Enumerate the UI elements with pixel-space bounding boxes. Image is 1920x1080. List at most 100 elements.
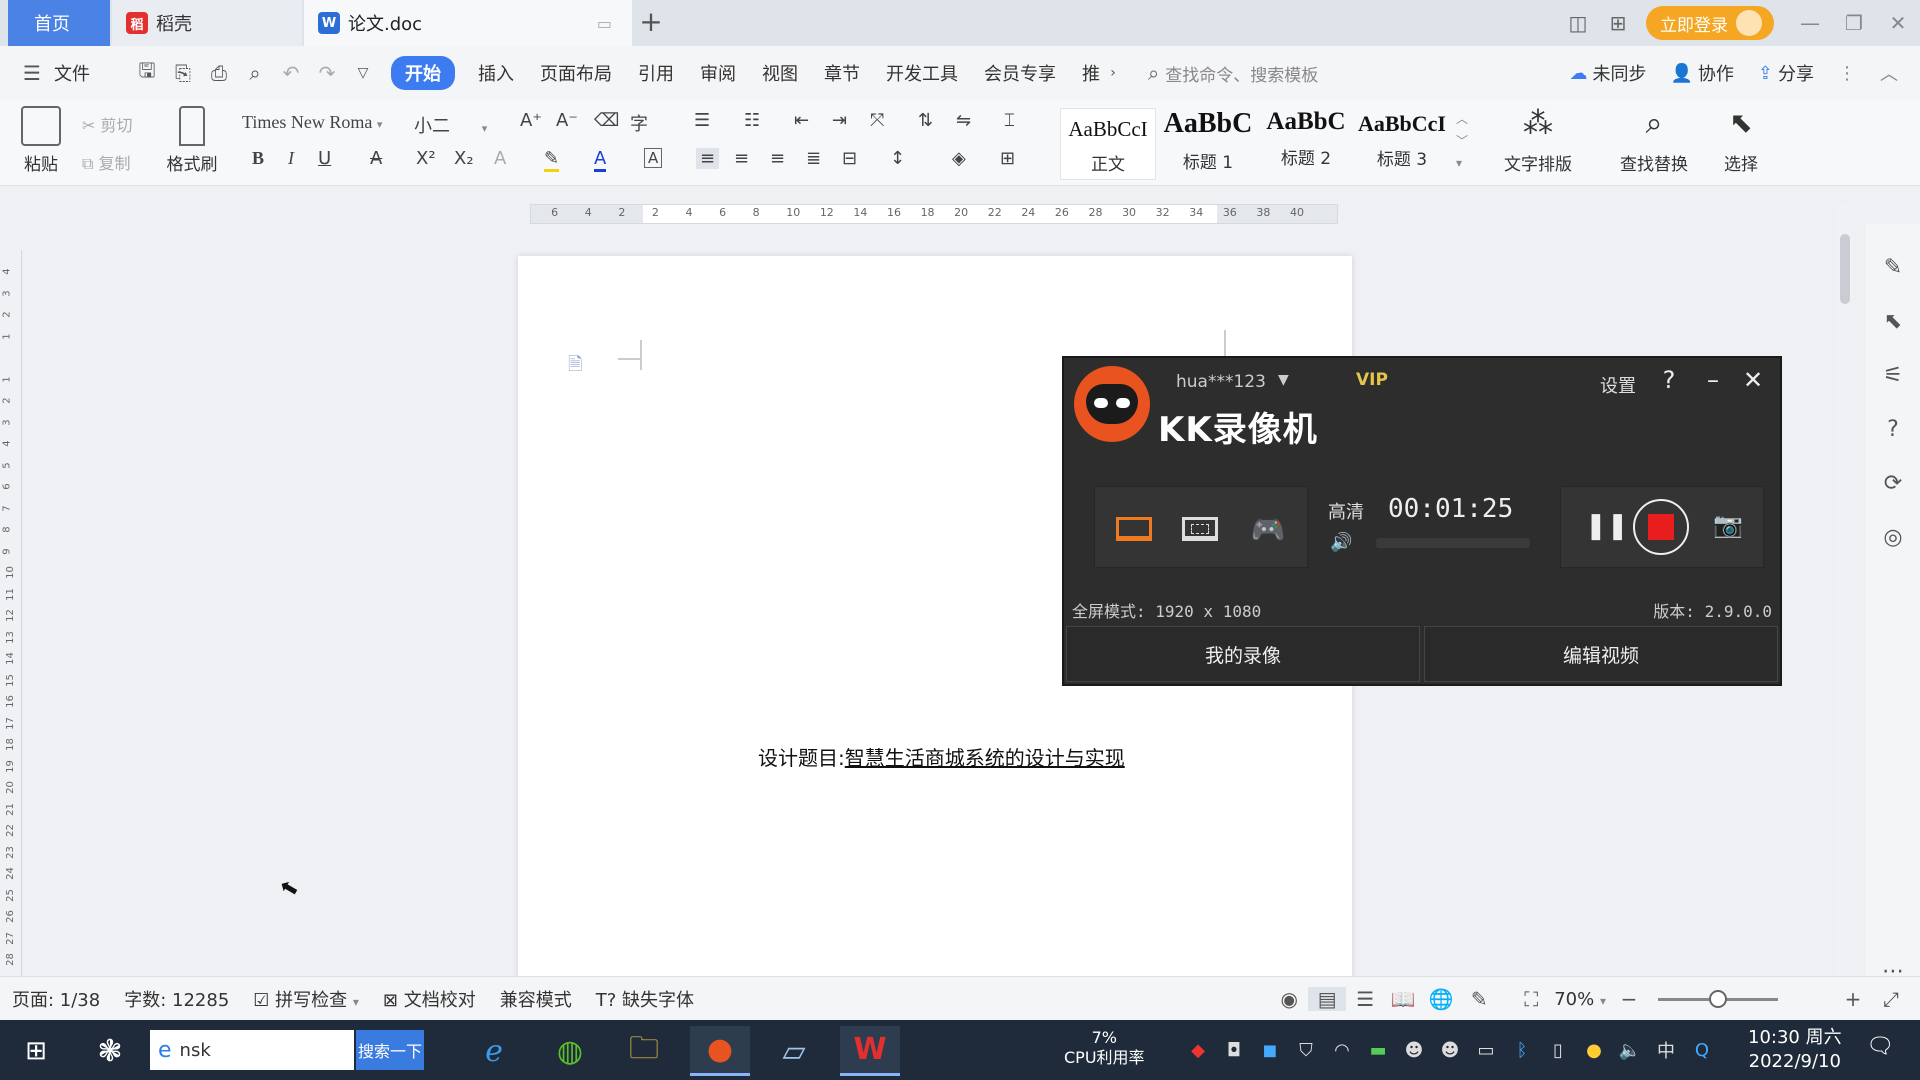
tab-screen-icon[interactable]: ▭ xyxy=(597,14,612,33)
apps-grid-icon[interactable]: ⊞ xyxy=(1598,0,1638,46)
kk-pause-icon[interactable]: ❚❚ xyxy=(1585,511,1629,541)
kk-my-recordings-button[interactable]: 我的录像 xyxy=(1066,626,1420,682)
layout-toggle-icon[interactable]: ◫ xyxy=(1558,0,1598,46)
text-layout-button[interactable]: ⁂ 文字排版 xyxy=(1490,106,1586,175)
select-button[interactable]: ⬉ 选择 xyxy=(1706,106,1776,175)
volume-icon[interactable]: 🔈 xyxy=(1612,1040,1648,1061)
vertical-ruler[interactable]: 4 3 2 1 1 2 3 4 5 6 7 8 9 10 11 12 13 14 15 16 17 18 19 20 21 22 2… xyxy=(0,250,22,980)
numbered-list-icon[interactable]: ☷ xyxy=(744,110,760,131)
kk-minimize-icon[interactable]: – xyxy=(1698,366,1728,394)
shrink-font-icon[interactable]: A⁻ xyxy=(556,110,578,131)
bold-icon[interactable]: B xyxy=(252,148,264,169)
minimize-button[interactable]: — xyxy=(1788,0,1832,46)
decrease-indent-icon[interactable]: ⇤ xyxy=(794,110,809,131)
redo-icon[interactable]: ↷ xyxy=(309,61,345,85)
sliders-icon[interactable]: ⚟ xyxy=(1866,348,1920,402)
superscript-icon[interactable]: X² xyxy=(416,148,436,169)
kk-edit-video-button[interactable]: 编辑视频 xyxy=(1424,626,1778,682)
login-button[interactable]: 立即登录 xyxy=(1646,6,1774,40)
kk-volume-bar[interactable] xyxy=(1376,538,1530,548)
phonetic-guide-icon[interactable]: 字 xyxy=(630,110,648,136)
save-icon[interactable]: 🖫 xyxy=(129,56,165,90)
tray-app-icon[interactable]: ◘ xyxy=(1216,1040,1252,1061)
underline-icon[interactable]: U xyxy=(318,148,331,169)
design-title[interactable]: 设计题目:智慧生活商城系统的设计与实现 xyxy=(758,742,1125,771)
justify-icon[interactable]: ≣ xyxy=(806,148,821,169)
distributed-icon[interactable]: ⊟ xyxy=(842,148,857,169)
clear-format-icon[interactable]: ⌫ xyxy=(594,110,619,131)
export-pdf-icon[interactable]: ⎘ xyxy=(165,61,201,85)
menu-references[interactable]: 引用 xyxy=(625,60,687,86)
menu-recommend[interactable]: 推 xyxy=(1069,60,1104,86)
tray-app-icon[interactable]: ◼ xyxy=(1252,1040,1288,1061)
region-mode-icon[interactable] xyxy=(1175,509,1225,549)
wps-taskbar-icon[interactable]: W xyxy=(840,1026,900,1076)
reading-view-icon[interactable]: 📖 xyxy=(1384,987,1422,1011)
page-view-icon[interactable]: ▤ xyxy=(1308,987,1347,1011)
menu-page-layout[interactable]: 页面布局 xyxy=(527,60,625,86)
more-options-icon[interactable]: ⋮ xyxy=(1826,63,1868,84)
kk-quality-label[interactable]: 高清 xyxy=(1328,498,1364,524)
print-icon[interactable]: ⎙ xyxy=(201,61,237,85)
menu-more-chevron-icon[interactable]: › xyxy=(1104,65,1122,81)
kk-recorder-taskbar-icon[interactable]: ● xyxy=(690,1026,750,1076)
fit-page-icon[interactable]: ⛶ xyxy=(1512,987,1550,1011)
collab-button[interactable]: 👤 协作 xyxy=(1658,60,1745,86)
kk-volume-icon[interactable]: 🔊 xyxy=(1330,532,1352,553)
styles-scroll-icon[interactable]: ︿ ﹀ ▾ xyxy=(1456,108,1468,174)
tray-app-icon[interactable]: Q xyxy=(1684,1040,1720,1061)
vertical-scrollbar[interactable] xyxy=(1836,204,1854,976)
copy-button[interactable]: ⧉ 复制 xyxy=(82,150,131,174)
help-icon[interactable]: ? xyxy=(1866,402,1920,456)
word-count[interactable]: 字数: 12285 xyxy=(112,986,241,1012)
menu-review[interactable]: 审阅 xyxy=(687,60,749,86)
scrollbar-thumb[interactable] xyxy=(1840,234,1850,304)
quick-access-dropdown-icon[interactable]: ▽ xyxy=(345,65,381,81)
sort-icon[interactable]: ⇅ xyxy=(918,110,933,131)
kk-user-dropdown-icon[interactable]: ▼ xyxy=(1278,372,1289,388)
kk-close-icon[interactable]: ✕ xyxy=(1738,366,1768,394)
highlight-icon[interactable]: ✎ xyxy=(544,148,560,172)
shading-icon[interactable]: ◈ xyxy=(952,148,966,169)
proofread-button[interactable]: ⊠ 文档校对 xyxy=(371,986,488,1012)
paragraph-options-icon[interactable]: 🗎 xyxy=(568,352,590,376)
eye-protection-icon[interactable]: ◉ xyxy=(1270,987,1308,1011)
char-border-icon[interactable]: A xyxy=(644,148,663,168)
menu-home[interactable]: 开始 xyxy=(391,56,455,90)
show-marks-icon[interactable]: ⇋ xyxy=(956,110,971,131)
battery-icon[interactable]: ▭ xyxy=(1468,1040,1504,1061)
outline-view-icon[interactable]: ☰ xyxy=(1346,987,1384,1011)
start-button[interactable]: ⊞ xyxy=(6,1026,66,1076)
zoom-slider[interactable] xyxy=(1658,989,1778,1008)
sync-button[interactable]: ☁ 未同步 xyxy=(1557,60,1658,86)
undo-icon[interactable]: ↶ xyxy=(273,61,309,85)
file-explorer-icon[interactable]: 🗀 xyxy=(614,1026,674,1076)
align-left-icon[interactable]: ≡ xyxy=(696,148,720,169)
command-search[interactable]: ⌕ 查找命令、搜索模板 xyxy=(1148,61,1478,86)
tray-app-icon[interactable]: ● xyxy=(1576,1040,1612,1061)
write-mode-icon[interactable]: ✎ xyxy=(1460,987,1498,1011)
shield-icon[interactable]: ⛉ xyxy=(1288,1040,1324,1061)
pointer-icon[interactable]: ⬉ xyxy=(1866,294,1920,348)
italic-icon[interactable]: I xyxy=(288,148,294,169)
kk-username[interactable]: hua***123 xyxy=(1176,372,1266,392)
360-icon[interactable]: ❃ xyxy=(80,1026,140,1076)
close-window-button[interactable]: ✕ xyxy=(1876,0,1920,46)
style-normal[interactable]: AaBbCcI 正文 xyxy=(1060,108,1156,180)
taskbar-search-button[interactable]: 搜索一下 xyxy=(356,1030,424,1070)
font-name-select[interactable]: Times New Roma ▾ xyxy=(242,112,410,133)
restore-button[interactable]: ❐ xyxy=(1832,0,1876,46)
usb-icon[interactable]: ▯ xyxy=(1540,1040,1576,1061)
kk-screenshot-icon[interactable]: 📷 xyxy=(1713,511,1743,539)
hamburger-menu-icon[interactable]: ☰ xyxy=(14,61,50,85)
zoom-level[interactable]: 70% ▾ xyxy=(1550,989,1610,1010)
collapse-ribbon-icon[interactable]: ︿ xyxy=(1868,60,1910,86)
page-indicator[interactable]: 页面: 1/38 xyxy=(0,986,112,1012)
menu-view[interactable]: 视图 xyxy=(749,60,811,86)
missing-font-button[interactable]: T? 缺失字体 xyxy=(584,986,706,1012)
line-spacing-icon[interactable]: ↕ xyxy=(890,148,905,169)
zoom-out-icon[interactable]: − xyxy=(1610,987,1648,1011)
taskbar-search-input[interactable]: e nsk xyxy=(150,1030,354,1070)
pen-icon[interactable]: ✎ xyxy=(1866,240,1920,294)
tab-home[interactable]: 首页 xyxy=(8,0,110,46)
